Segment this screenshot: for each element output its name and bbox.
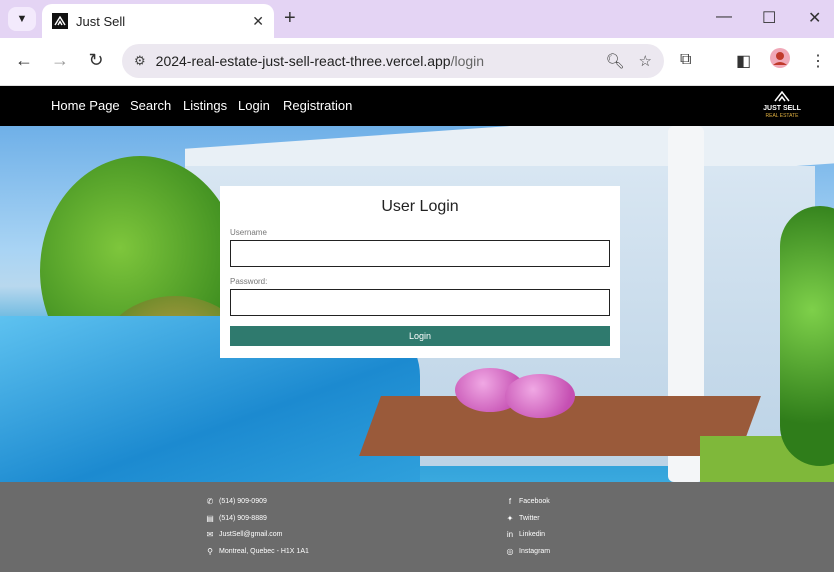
back-arrow-icon[interactable]: ← xyxy=(12,50,36,71)
phone-icon: ✆ xyxy=(206,497,214,506)
extensions-icon[interactable]: ⧉ xyxy=(680,51,691,69)
login-heading: User Login xyxy=(381,198,459,215)
email-icon: ✉ xyxy=(206,530,214,539)
bookmark-star-icon[interactable]: ☆ xyxy=(639,52,652,70)
login-card: User Login Username Password: Login xyxy=(220,186,620,358)
browser-tab[interactable]: Just Sell ✕ xyxy=(42,4,274,38)
browser-toolbar: ← → ↻ ⚙ 2024-real-estate-just-sell-react… xyxy=(0,38,834,86)
window-close-icon[interactable]: ✕ xyxy=(808,8,821,28)
new-tab-button[interactable]: + xyxy=(284,8,296,28)
site-footer: ✆ (514) 909-0909 ▤ (514) 909-8889 ✉ JustSel… xyxy=(0,482,834,572)
side-panel-icon[interactable]: ◧ xyxy=(736,51,751,71)
footer-instagram-link[interactable]: ◎ Instagram xyxy=(505,547,551,556)
tab-close-icon[interactable]: ✕ xyxy=(252,13,264,30)
forward-arrow-icon[interactable]: → xyxy=(48,50,72,71)
reload-icon[interactable]: ↻ xyxy=(84,50,108,71)
footer-twitter-link[interactable]: ✦ Twitter xyxy=(505,514,540,523)
fax-icon: ▤ xyxy=(206,514,214,523)
profile-avatar[interactable] xyxy=(770,48,790,73)
footer-email: ✉ JustSell@gmail.com xyxy=(206,530,283,539)
tab-search-button[interactable]: ▼ xyxy=(8,7,36,31)
menu-kebab-icon[interactable]: ⋮ xyxy=(810,51,826,71)
logo-mark-icon xyxy=(760,90,804,105)
nav-login-link[interactable]: Login xyxy=(238,98,270,113)
logo-title: JUST SELL xyxy=(763,105,801,112)
nav-home-link[interactable]: Home Page xyxy=(51,98,120,113)
brand-logo[interactable]: JUST SELL REAL ESTATE xyxy=(760,90,804,121)
minimize-icon[interactable]: — xyxy=(716,8,732,26)
tab-title: Just Sell xyxy=(76,13,126,29)
footer-facebook-link[interactable]: f Facebook xyxy=(505,497,550,506)
linkedin-icon: in xyxy=(506,530,514,539)
location-pin-icon: ⚲ xyxy=(207,547,213,556)
instagram-icon: ◎ xyxy=(506,547,514,556)
nav-listings-link[interactable]: Listings xyxy=(183,98,227,113)
logo-subtitle: REAL ESTATE xyxy=(765,113,799,119)
maximize-icon[interactable]: ☐ xyxy=(762,8,776,28)
site-navbar: Home Page Search Listings Login Registra… xyxy=(0,86,834,126)
username-label: Username xyxy=(230,228,267,237)
nav-registration-link[interactable]: Registration xyxy=(283,98,352,113)
facebook-icon: f xyxy=(508,497,512,506)
site-info-icon[interactable]: ⚙ xyxy=(134,53,146,69)
address-bar[interactable]: ⚙ 2024-real-estate-just-sell-react-three… xyxy=(122,44,664,78)
browser-tabbar: ▼ Just Sell ✕ + — ☐ ✕ xyxy=(0,0,834,38)
footer-fax: ▤ (514) 909-8889 xyxy=(206,514,267,523)
twitter-icon: ✦ xyxy=(506,514,514,523)
password-input[interactable] xyxy=(230,289,610,316)
favicon-icon xyxy=(52,13,68,29)
footer-address: ⚲ Montreal, Quebec - H1X 1A1 xyxy=(205,547,309,556)
footer-linkedin-link[interactable]: in Linkedin xyxy=(505,530,545,539)
login-button[interactable]: Login xyxy=(230,326,610,346)
chevron-down-icon: ▼ xyxy=(16,13,28,25)
nav-search-link[interactable]: Search xyxy=(130,98,171,113)
footer-phone: ✆ (514) 909-0909 xyxy=(206,497,267,506)
password-label: Password: xyxy=(230,277,268,286)
url-text[interactable]: 2024-real-estate-just-sell-react-three.v… xyxy=(156,53,592,69)
username-input[interactable] xyxy=(230,240,610,267)
zoom-icon[interactable]: 🔍︎ xyxy=(606,52,625,70)
